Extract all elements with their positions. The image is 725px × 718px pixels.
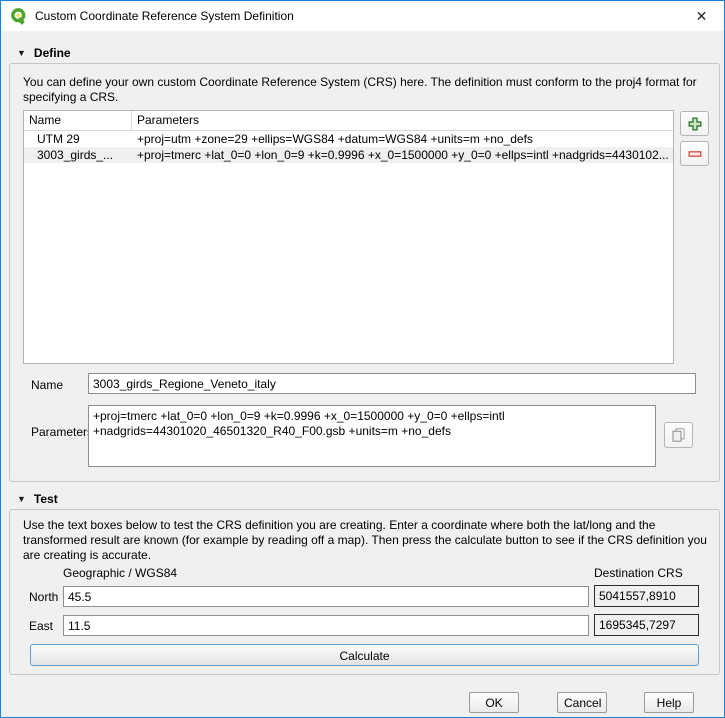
destination-crs-column-label: Destination CRS: [594, 566, 683, 580]
crs-table[interactable]: Name Parameters UTM 29 +proj=utm +zone=2…: [23, 110, 674, 364]
copy-icon: [671, 427, 686, 443]
crs-name-input[interactable]: [88, 373, 696, 394]
plus-icon: [687, 116, 703, 132]
qgis-logo-icon: [10, 7, 28, 25]
close-icon[interactable]: ✕: [679, 1, 724, 31]
collapse-arrow-icon[interactable]: ▼: [17, 48, 26, 58]
remove-crs-button[interactable]: [680, 141, 709, 166]
east-input[interactable]: [63, 615, 589, 636]
column-header-name[interactable]: Name: [24, 111, 132, 130]
collapse-arrow-icon[interactable]: ▼: [17, 494, 26, 504]
help-button[interactable]: Help: [644, 692, 694, 713]
north-input[interactable]: [63, 586, 589, 607]
add-crs-button[interactable]: [680, 111, 709, 136]
cancel-button[interactable]: Cancel: [557, 692, 607, 713]
test-group-header[interactable]: ▼ Test: [17, 492, 58, 506]
calculate-button[interactable]: Calculate: [30, 644, 699, 666]
east-result-box: 1695345,7297: [594, 614, 699, 636]
geographic-column-label: Geographic / WGS84: [63, 566, 177, 580]
crs-parameters-cell[interactable]: +proj=utm +zone=29 +ellips=WGS84 +datum=…: [132, 131, 673, 147]
crs-table-header[interactable]: Name Parameters: [24, 111, 673, 131]
column-header-parameters[interactable]: Parameters: [132, 111, 673, 130]
define-description: You can define your own custom Coordinat…: [23, 75, 701, 105]
east-label: East: [29, 619, 53, 633]
custom-crs-dialog: Custom Coordinate Reference System Defin…: [0, 0, 725, 718]
crs-name-cell[interactable]: UTM 29: [24, 131, 132, 147]
minus-icon: [687, 146, 703, 162]
define-group-title: Define: [34, 46, 71, 60]
name-label: Name: [31, 378, 63, 392]
parameters-label: Parameters: [31, 425, 93, 439]
crs-parameters-cell[interactable]: +proj=tmerc +lat_0=0 +lon_0=9 +k=0.9996 …: [132, 147, 673, 163]
crs-parameters-textarea[interactable]: +proj=tmerc +lat_0=0 +lon_0=9 +k=0.9996 …: [88, 405, 656, 467]
titlebar: Custom Coordinate Reference System Defin…: [1, 1, 724, 31]
define-group-header[interactable]: ▼ Define: [17, 46, 71, 60]
table-row[interactable]: 3003_girds_... +proj=tmerc +lat_0=0 +lon…: [24, 147, 673, 163]
north-label: North: [29, 590, 58, 604]
crs-name-cell[interactable]: 3003_girds_...: [24, 147, 132, 163]
test-group-title: Test: [34, 492, 58, 506]
table-row[interactable]: UTM 29 +proj=utm +zone=29 +ellips=WGS84 …: [24, 131, 673, 147]
ok-button[interactable]: OK: [469, 692, 519, 713]
test-description: Use the text boxes below to test the CRS…: [23, 518, 707, 563]
north-result-box: 5041557,8910: [594, 585, 699, 607]
window-title: Custom Coordinate Reference System Defin…: [35, 9, 294, 23]
copy-parameters-button[interactable]: [664, 422, 693, 448]
